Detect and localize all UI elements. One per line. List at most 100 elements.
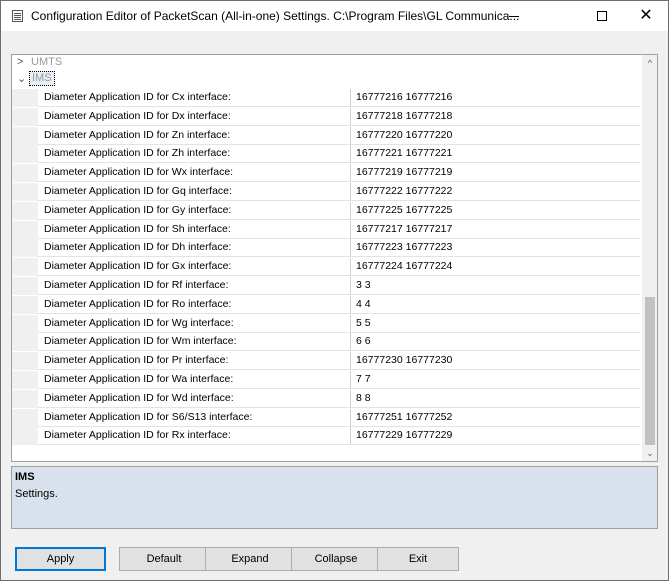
description-panel: IMS Settings. (11, 466, 658, 529)
minimize-icon (509, 15, 519, 17)
property-value[interactable]: 16777217 16777217 (351, 221, 640, 239)
property-name: Diameter Application ID for Gy interface… (38, 201, 351, 220)
property-row[interactable]: Diameter Application ID for Dx interface… (12, 107, 640, 126)
property-row[interactable]: Diameter Application ID for S6/S13 inter… (12, 408, 640, 427)
category-ims[interactable]: ⌄ IMS (12, 71, 640, 87)
property-name: Diameter Application ID for Gx interface… (38, 258, 351, 277)
property-name: Diameter Application ID for Pr interface… (38, 352, 351, 371)
property-value[interactable]: 7 7 (351, 371, 640, 389)
scroll-down-button[interactable]: ⌄ (642, 445, 657, 461)
scroll-up-button[interactable]: ^ (642, 55, 657, 71)
property-name: Diameter Application ID for Ro interface… (38, 295, 351, 314)
property-name: Diameter Application ID for Wm interface… (38, 333, 351, 352)
row-gutter (12, 164, 38, 183)
property-grid[interactable]: > UMTS ⌄ IMS Diameter Application ID for… (11, 54, 658, 462)
property-row[interactable]: Diameter Application ID for Ro interface… (12, 295, 640, 314)
category-label: UMTS (31, 56, 63, 68)
chevron-down-icon[interactable]: ⌄ (17, 72, 26, 85)
property-value[interactable]: 16777225 16777225 (351, 202, 640, 220)
property-row[interactable]: Diameter Application ID for Gy interface… (12, 201, 640, 220)
property-row[interactable]: Diameter Application ID for Wa interface… (12, 371, 640, 389)
property-value[interactable]: 8 8 (351, 390, 640, 408)
exit-button[interactable]: Exit (377, 547, 459, 571)
document-icon (12, 10, 23, 22)
row-gutter (12, 333, 38, 352)
property-value[interactable]: 3 3 (351, 277, 640, 295)
chevron-down-icon: ⌄ (646, 447, 654, 458)
row-gutter (12, 352, 38, 371)
row-gutter (12, 427, 38, 446)
property-value[interactable]: 16777251 16777252 (351, 409, 640, 427)
property-row[interactable]: Diameter Application ID for Pr interface… (12, 352, 640, 371)
maximize-button[interactable] (579, 1, 625, 31)
row-gutter (12, 239, 38, 258)
row-gutter (12, 89, 38, 107)
maximize-icon (597, 11, 607, 21)
vertical-scrollbar[interactable]: ^ ⌄ (642, 55, 657, 461)
property-name: Diameter Application ID for Cx interface… (38, 89, 351, 107)
chevron-up-icon: ^ (647, 58, 653, 68)
property-name: Diameter Application ID for Gq interface… (38, 183, 351, 201)
property-row[interactable]: Diameter Application ID for Zn interface… (12, 126, 640, 145)
collapse-button[interactable]: Collapse (291, 547, 381, 571)
property-value[interactable]: 16777216 16777216 (351, 89, 640, 107)
property-value[interactable]: 16777224 16777224 (351, 258, 640, 277)
close-icon: ✕ (639, 7, 653, 24)
row-gutter (12, 277, 38, 295)
property-name: Diameter Application ID for Zh interface… (38, 145, 351, 164)
minimize-button[interactable] (491, 1, 537, 31)
property-row[interactable]: Diameter Application ID for Wx interface… (12, 164, 640, 183)
row-gutter (12, 258, 38, 277)
config-editor-window: Configuration Editor of PacketScan (All-… (0, 0, 669, 581)
property-row[interactable]: Diameter Application ID for Rf interface… (12, 277, 640, 295)
close-button[interactable]: ✕ (623, 1, 669, 31)
scroll-thumb[interactable] (645, 297, 655, 445)
row-gutter (12, 408, 38, 427)
property-value[interactable]: 16777229 16777229 (351, 427, 640, 446)
property-row[interactable]: Diameter Application ID for Wg interface… (12, 314, 640, 333)
property-value[interactable]: 16777218 16777218 (351, 108, 640, 126)
property-row[interactable]: Diameter Application ID for Rx interface… (12, 427, 640, 446)
row-gutter (12, 371, 38, 389)
chevron-right-icon[interactable]: > (17, 56, 23, 68)
property-value[interactable]: 16777222 16777222 (351, 183, 640, 201)
row-gutter (12, 183, 38, 201)
category-label: IMS (29, 71, 55, 86)
window-title: Configuration Editor of PacketScan (All-… (31, 9, 520, 23)
property-value[interactable]: 16777223 16777223 (351, 239, 640, 258)
property-row[interactable]: Diameter Application ID for Wd interface… (12, 389, 640, 408)
category-umts[interactable]: > UMTS (12, 55, 640, 71)
property-name: Diameter Application ID for Rx interface… (38, 427, 351, 446)
property-value[interactable]: 16777230 16777230 (351, 352, 640, 371)
property-name: Diameter Application ID for Dh interface… (38, 239, 351, 258)
row-gutter (12, 145, 38, 164)
property-row[interactable]: Diameter Application ID for Cx interface… (12, 89, 640, 107)
property-value[interactable]: 16777221 16777221 (351, 145, 640, 164)
property-name: Diameter Application ID for Rf interface… (38, 277, 351, 295)
property-name: Diameter Application ID for Sh interface… (38, 220, 351, 239)
row-gutter (12, 295, 38, 314)
default-button[interactable]: Default (119, 547, 209, 571)
property-row[interactable]: Diameter Application ID for Gx interface… (12, 258, 640, 277)
property-value[interactable]: 6 6 (351, 333, 640, 352)
property-value[interactable]: 5 5 (351, 315, 640, 333)
property-name: Diameter Application ID for Wg interface… (38, 314, 351, 333)
row-gutter (12, 220, 38, 239)
title-bar[interactable]: Configuration Editor of PacketScan (All-… (1, 1, 668, 31)
property-name: Diameter Application ID for Wd interface… (38, 389, 351, 408)
row-gutter (12, 389, 38, 408)
property-row[interactable]: Diameter Application ID for Dh interface… (12, 239, 640, 258)
description-title: IMS (15, 471, 35, 483)
property-row[interactable]: Diameter Application ID for Sh interface… (12, 220, 640, 239)
property-row[interactable]: Diameter Application ID for Wm interface… (12, 333, 640, 352)
apply-button[interactable]: Apply (15, 547, 106, 571)
property-value[interactable]: 16777219 16777219 (351, 164, 640, 183)
property-value[interactable]: 4 4 (351, 296, 640, 314)
property-name: Diameter Application ID for Zn interface… (38, 126, 351, 145)
property-row[interactable]: Diameter Application ID for Gq interface… (12, 183, 640, 201)
property-name: Diameter Application ID for Wa interface… (38, 371, 351, 389)
expand-button[interactable]: Expand (205, 547, 295, 571)
row-gutter (12, 201, 38, 220)
property-row[interactable]: Diameter Application ID for Zh interface… (12, 145, 640, 164)
property-value[interactable]: 16777220 16777220 (351, 127, 640, 145)
